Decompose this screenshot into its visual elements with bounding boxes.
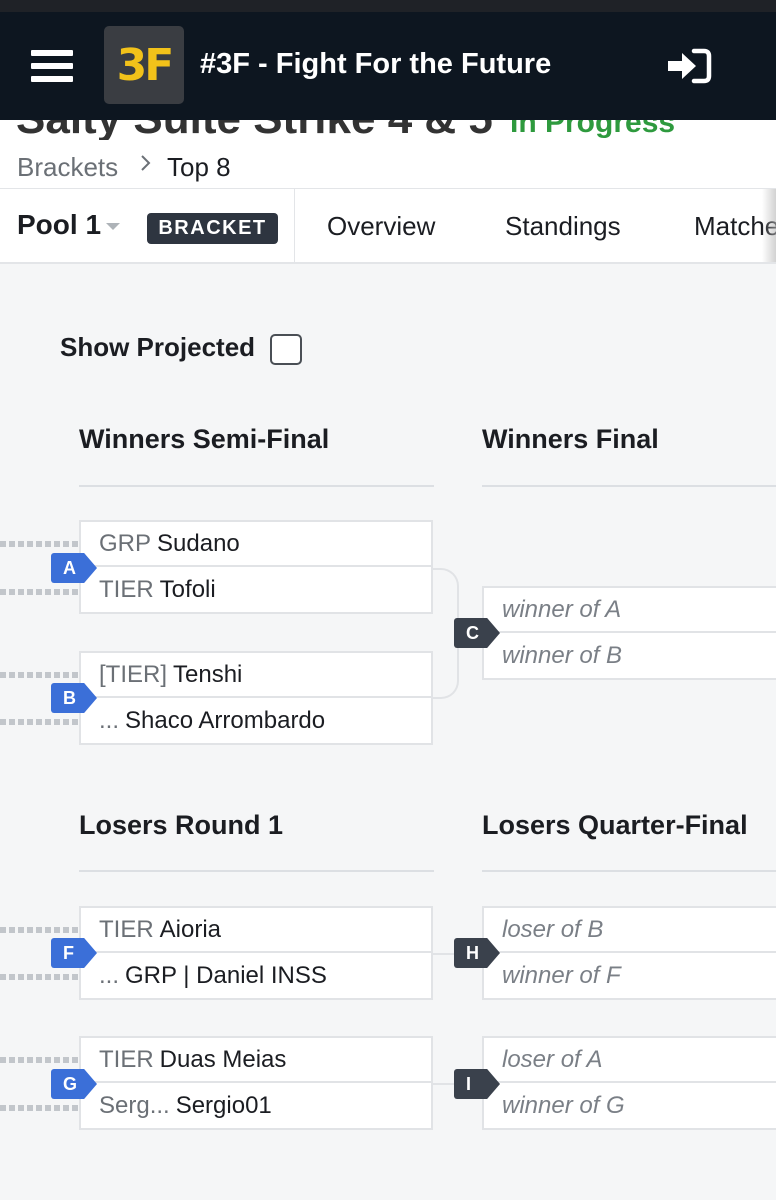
bracket-line-dotted [0,589,78,595]
match-slot[interactable]: loser of A [482,1036,776,1083]
bracket-line-dotted [0,1057,78,1063]
player-name: Shaco Arrombardo [125,706,326,734]
match-C[interactable]: winner of A winner of B [482,586,776,680]
match-F[interactable]: TIER Aioria ... GRP | Daniel INSS [79,906,433,1000]
breadcrumb-top8: Top 8 [167,152,231,182]
bracket-line-dotted [0,927,78,933]
match-slot[interactable]: ... Shaco Arrombardo [79,698,433,745]
team-prefix: [TIER] [99,660,168,688]
bracket-line-dotted [0,672,78,678]
caret-down-icon[interactable] [106,223,120,230]
pool-selector[interactable]: Pool 1 [17,209,101,241]
match-slot[interactable]: [TIER] Tenshi [79,651,433,698]
match-slot[interactable]: GRP Sudano [79,520,433,567]
match-B[interactable]: [TIER] Tenshi ... Shaco Arrombardo [79,651,433,745]
player-name: Sergio01 [175,1091,272,1119]
match-slot[interactable]: winner of F [482,953,776,1000]
tab-overview[interactable]: Overview [327,211,435,242]
bracket-line-dotted [0,1105,78,1111]
team-prefix: ... [99,706,120,734]
round-divider [482,485,776,487]
team-prefix: TIER [99,575,154,603]
show-projected-label: Show Projected [60,332,256,362]
breadcrumb: Brackets Top 8 [0,140,776,188]
event-title: Salty Suite Strike 4 & 5 [16,120,493,140]
status-strip [0,0,776,12]
event-title-bar: Salty Suite Strike 4 & 5 In Progress [0,120,776,140]
match-slot[interactable]: winner of G [482,1083,776,1130]
bracket-badge: BRACKET [147,213,278,244]
match-slot[interactable]: ... GRP | Daniel INSS [79,953,433,1000]
player-name: Tenshi [173,660,243,688]
match-slot[interactable]: loser of B [482,906,776,953]
team-prefix: GRP [99,529,152,557]
round-title-winners-final: Winners Final [482,424,659,454]
round-title-winners-semi: Winners Semi-Final [79,424,330,454]
logo-text: 3F [116,39,175,91]
player-name: Tofoli [159,575,216,603]
app-title: #3F - Fight For the Future [200,48,552,80]
app-logo[interactable]: 3F [104,26,184,104]
event-status: In Progress [510,120,676,139]
match-slot[interactable]: winner of A [482,586,776,633]
app-header: 3F #3F - Fight For the Future [0,12,776,120]
round-divider [79,870,434,872]
player-name: Aioria [159,915,222,943]
tab-standings[interactable]: Standings [505,211,621,242]
team-prefix: TIER [99,1045,154,1073]
match-slot[interactable]: TIER Tofoli [79,567,433,614]
player-name: Duas Meias [159,1045,287,1073]
round-divider [79,485,434,487]
hamburger-menu-icon[interactable] [31,50,73,82]
team-prefix: TIER [99,915,154,943]
tab-scroll-shadow [762,189,776,262]
player-name: GRP | Daniel INSS [125,961,327,989]
breadcrumb-brackets[interactable]: Brackets [17,152,118,183]
bracket-line-dotted [0,719,78,725]
match-slot[interactable]: TIER Duas Meias [79,1036,433,1083]
sign-in-icon[interactable] [668,48,712,84]
match-G[interactable]: TIER Duas Meias Serg... Sergio01 [79,1036,433,1130]
round-divider [482,870,776,872]
chevron-right-icon [141,155,151,171]
match-I[interactable]: loser of A winner of G [482,1036,776,1130]
team-prefix: ... [99,961,120,989]
tab-bar: Pool 1 BRACKET Overview Standings Matche… [0,188,776,264]
match-slot[interactable]: winner of B [482,633,776,680]
match-A[interactable]: GRP Sudano TIER Tofoli [79,520,433,614]
show-projected-checkbox[interactable] [270,334,302,365]
match-slot[interactable]: TIER Aioria [79,906,433,953]
team-prefix: Serg... [99,1091,170,1119]
round-title-losers-qf: Losers Quarter-Final [482,810,748,840]
match-slot[interactable]: Serg... Sergio01 [79,1083,433,1130]
match-H[interactable]: loser of B winner of F [482,906,776,1000]
bracket-line-dotted [0,541,78,547]
tab-divider [294,189,295,262]
round-title-losers-r1: Losers Round 1 [79,810,284,840]
player-name: Sudano [157,529,240,557]
bracket-line-dotted [0,974,78,980]
